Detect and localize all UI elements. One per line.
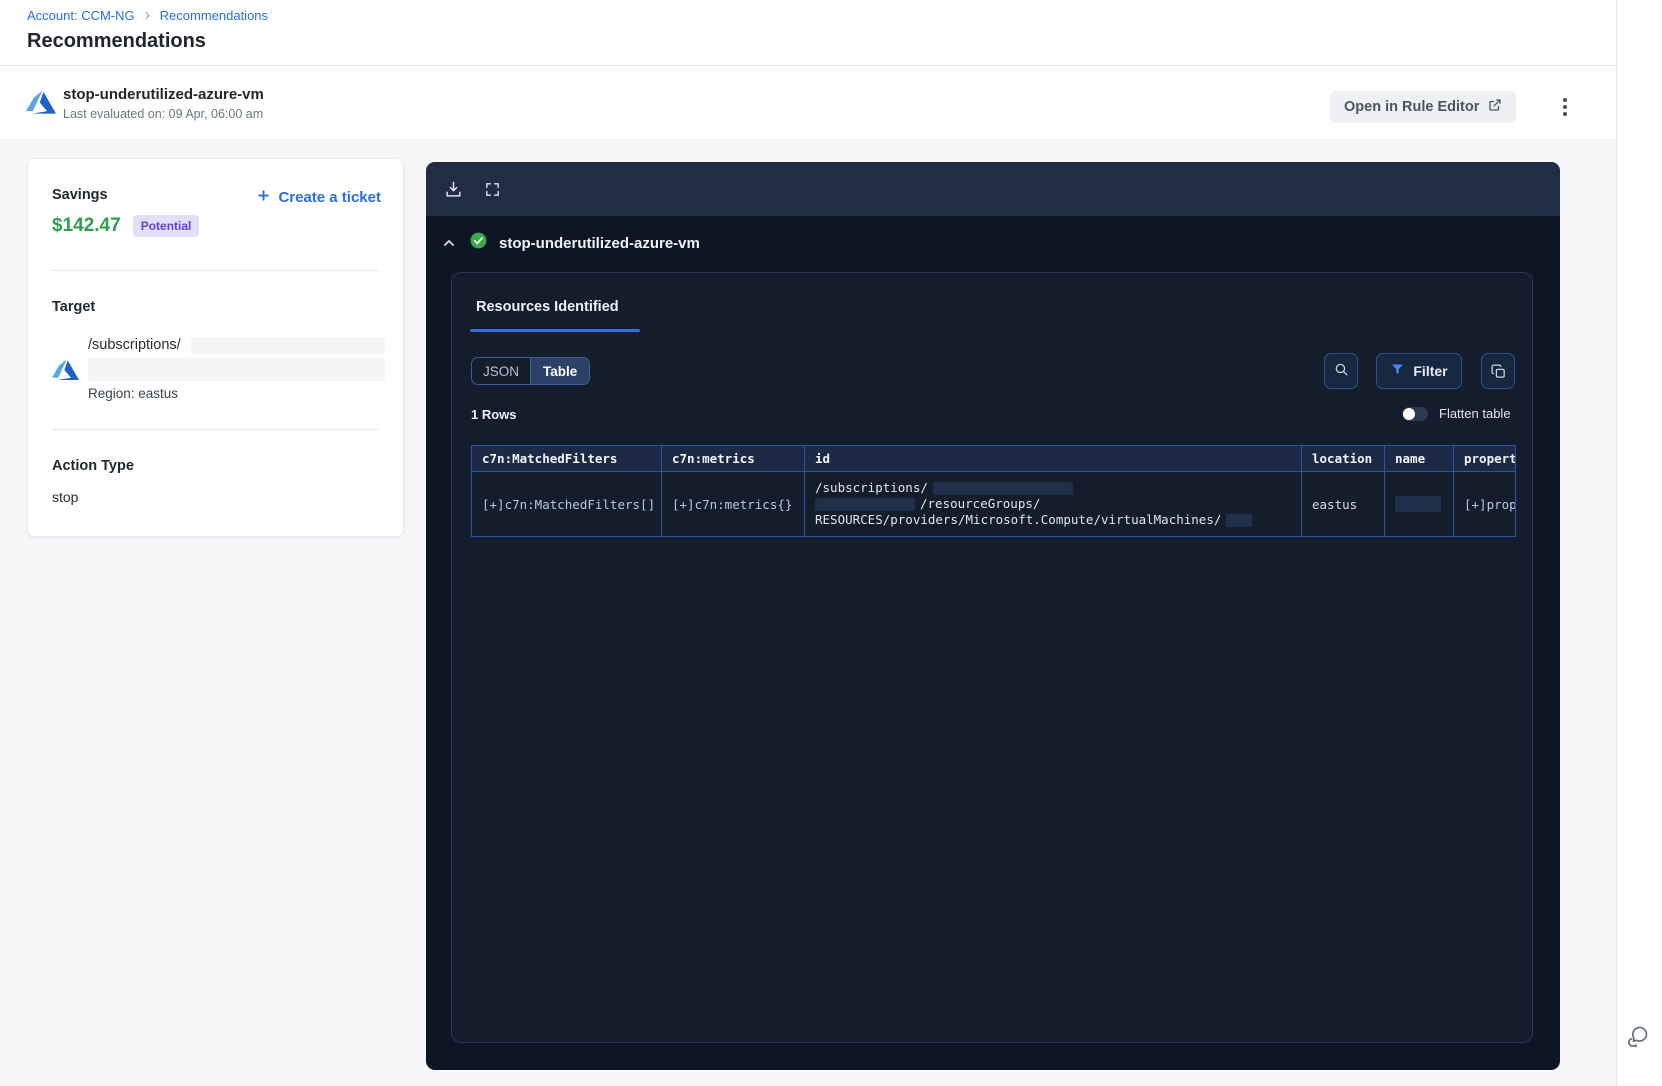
azure-icon bbox=[52, 356, 79, 383]
flatten-table-control: Flatten table bbox=[1402, 406, 1511, 421]
json-view-button[interactable]: JSON bbox=[472, 358, 532, 384]
table-row: [+]c7n:MatchedFilters[] [+]c7n:metrics{}… bbox=[471, 471, 1516, 537]
content-area: Savings Create a ticket $142.47 Potentia… bbox=[0, 140, 1616, 1086]
view-mode-toggle: JSON Table bbox=[471, 357, 591, 385]
column-header: c7n:MatchedFilters bbox=[471, 445, 662, 472]
open-in-rule-editor-button[interactable]: Open in Rule Editor bbox=[1330, 91, 1517, 123]
chat-help-icon[interactable] bbox=[1624, 1024, 1652, 1052]
resources-table: c7n:MatchedFilters c7n:metrics id locati… bbox=[471, 445, 1516, 537]
breadcrumb-account-link[interactable]: Account: CCM-NG bbox=[27, 8, 135, 23]
search-button[interactable] bbox=[1324, 353, 1358, 389]
fullscreen-icon[interactable] bbox=[481, 178, 503, 200]
redacted-text bbox=[1226, 513, 1253, 527]
create-ticket-button[interactable]: Create a ticket bbox=[256, 188, 381, 207]
collapse-chevron-up-icon[interactable] bbox=[440, 234, 458, 252]
target-label: Target bbox=[52, 299, 96, 315]
rows-count: 1 Rows bbox=[471, 407, 517, 422]
divider bbox=[52, 429, 379, 430]
id-line-text: RESOURCES/providers/Microsoft.Compute/vi… bbox=[815, 512, 1222, 527]
external-link-icon bbox=[1488, 98, 1502, 116]
page-title: Recommendations bbox=[27, 30, 206, 52]
filter-funnel-icon bbox=[1390, 362, 1405, 380]
metrics-expand-cell[interactable]: [+]c7n:metrics{} bbox=[661, 471, 805, 537]
column-header: properties bbox=[1453, 445, 1516, 472]
search-icon bbox=[1333, 361, 1350, 381]
panel-rule-name: stop-underutilized-azure-vm bbox=[499, 234, 700, 252]
flatten-table-label: Flatten table bbox=[1439, 406, 1511, 421]
copy-icon[interactable] bbox=[1481, 353, 1515, 389]
action-type-value: stop bbox=[52, 489, 79, 505]
redacted-text bbox=[1395, 496, 1441, 512]
table-view-button[interactable]: Table bbox=[531, 358, 590, 384]
column-header: c7n:metrics bbox=[661, 445, 805, 472]
column-header: name bbox=[1384, 445, 1454, 472]
right-gutter bbox=[1616, 0, 1662, 1086]
kebab-menu-icon[interactable] bbox=[1552, 93, 1578, 121]
page-header: Account: CCM-NG Recommendations Recommen… bbox=[0, 0, 1616, 66]
column-header: location bbox=[1301, 445, 1385, 472]
id-line-text: /resourceGroups/ bbox=[920, 496, 1041, 511]
redacted-target-detail bbox=[88, 358, 385, 381]
rule-name: stop-underutilized-azure-vm bbox=[63, 86, 264, 103]
savings-label: Savings bbox=[52, 187, 108, 203]
target-region: Region: eastus bbox=[88, 386, 179, 401]
filter-label: Filter bbox=[1413, 363, 1448, 379]
action-type-label: Action Type bbox=[52, 458, 134, 474]
id-line-text: /subscriptions/ bbox=[815, 480, 928, 495]
resource-id-cell: /subscriptions/ /resourceGroups/ RESOURC… bbox=[804, 471, 1302, 537]
tab-resources-identified[interactable]: Resources Identified bbox=[476, 299, 619, 315]
savings-amount: $142.47 bbox=[52, 215, 121, 236]
breadcrumb-chevron-icon bbox=[143, 8, 152, 23]
savings-amount-row: $142.47 Potential bbox=[52, 215, 200, 237]
divider bbox=[52, 270, 379, 271]
rule-result-row: stop-underutilized-azure-vm bbox=[440, 231, 700, 255]
download-icon[interactable] bbox=[442, 178, 464, 200]
savings-card: Savings Create a ticket $142.47 Potentia… bbox=[27, 158, 404, 537]
name-cell bbox=[1384, 471, 1454, 537]
breadcrumb-recommendations-link[interactable]: Recommendations bbox=[160, 8, 268, 23]
location-cell: eastus bbox=[1301, 471, 1385, 537]
create-ticket-label: Create a ticket bbox=[278, 189, 381, 206]
panel-toolbar bbox=[426, 162, 1560, 216]
breadcrumb: Account: CCM-NG Recommendations bbox=[27, 8, 268, 23]
resources-panel: stop-underutilized-azure-vm Resources Id… bbox=[426, 162, 1560, 1070]
potential-badge: Potential bbox=[132, 215, 200, 237]
redacted-subscription-id bbox=[191, 338, 385, 354]
open-in-rule-editor-label: Open in Rule Editor bbox=[1344, 99, 1480, 115]
success-check-icon bbox=[469, 231, 488, 255]
rule-header: stop-underutilized-azure-vm Last evaluat… bbox=[0, 66, 1616, 140]
matched-filters-expand-cell[interactable]: [+]c7n:MatchedFilters[] bbox=[471, 471, 662, 537]
table-header-row: c7n:MatchedFilters c7n:metrics id locati… bbox=[471, 445, 1516, 472]
plus-icon bbox=[256, 188, 271, 207]
rule-last-evaluated: Last evaluated on: 09 Apr, 06:00 am bbox=[63, 107, 264, 121]
redacted-text bbox=[815, 497, 915, 511]
flatten-table-toggle[interactable] bbox=[1402, 406, 1428, 421]
redacted-text bbox=[932, 481, 1073, 495]
filter-button[interactable]: Filter bbox=[1376, 353, 1462, 389]
active-tab-underline bbox=[470, 329, 640, 332]
recommendations-page: Account: CCM-NG Recommendations Recommen… bbox=[0, 0, 1662, 1086]
azure-icon bbox=[26, 87, 56, 117]
resources-identified-card: Resources Identified JSON Table Filter 1… bbox=[451, 272, 1533, 1043]
target-path: /subscriptions/ bbox=[88, 337, 181, 353]
column-header: id bbox=[804, 445, 1302, 472]
properties-expand-cell[interactable]: [+]properties{} bbox=[1453, 471, 1516, 537]
